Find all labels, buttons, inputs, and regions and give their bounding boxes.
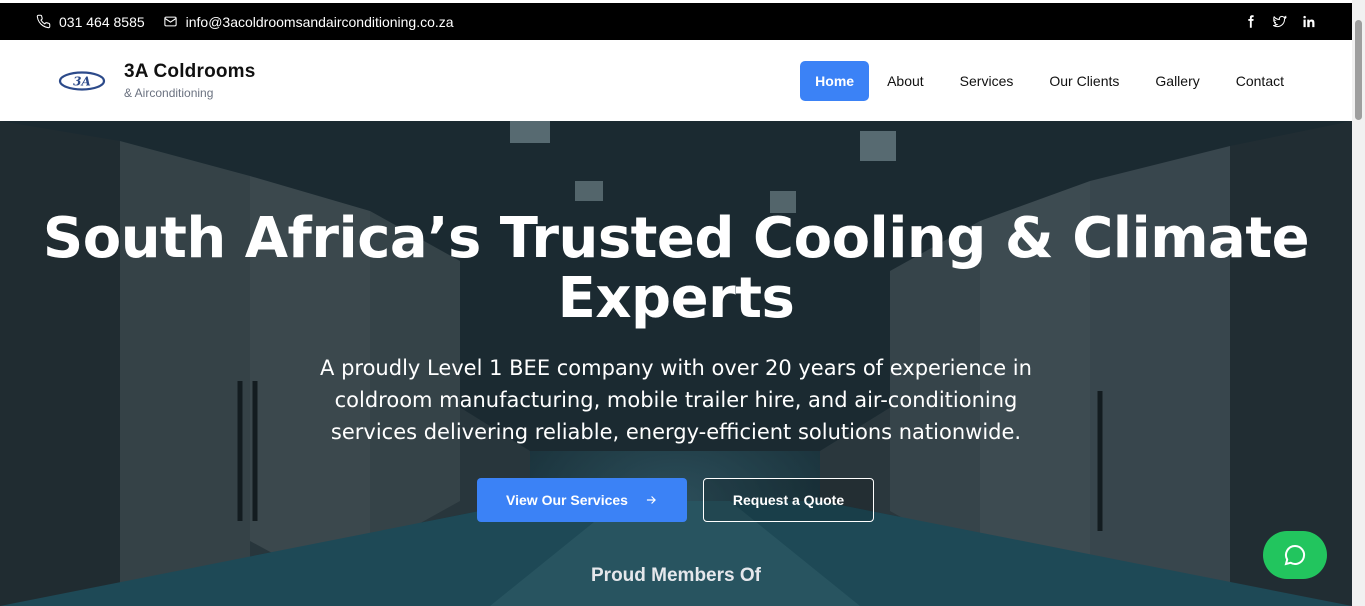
hero-title: South Africa’s Trusted Cooling & Climate… xyxy=(42,206,1310,331)
request-quote-button[interactable]: Request a Quote xyxy=(703,478,874,522)
view-services-button[interactable]: View Our Services xyxy=(477,478,687,522)
members-heading: Proud Members Of xyxy=(591,565,761,586)
email-contact[interactable]: info@3acoldroomsandairconditioning.co.za xyxy=(163,14,454,30)
phone-icon xyxy=(36,14,51,29)
company-logo[interactable]: 3A xyxy=(58,70,106,92)
chat-bubble-icon xyxy=(1284,544,1306,566)
social-links xyxy=(1243,14,1316,29)
hero-section: South Africa’s Trusted Cooling & Climate… xyxy=(0,121,1352,606)
phone-number: 031 464 8585 xyxy=(59,13,145,30)
brand[interactable]: 3A Coldrooms & Airconditioning xyxy=(124,61,256,100)
email-address: info@3acoldroomsandairconditioning.co.za xyxy=(185,13,454,30)
view-services-label: View Our Services xyxy=(506,492,628,508)
hero-description: A proudly Level 1 BEE company with over … xyxy=(320,356,1032,444)
linkedin-icon[interactable] xyxy=(1301,14,1316,29)
top-contact-bar: 031 464 8585 info@3acoldroomsandaircondi… xyxy=(0,0,1352,40)
arrow-right-icon xyxy=(646,496,656,504)
nav-about[interactable]: About xyxy=(869,61,942,101)
main-nav: Home About Services Our Clients Gallery … xyxy=(800,60,1302,101)
nav-home[interactable]: Home xyxy=(800,60,870,101)
nav-contact[interactable]: Contact xyxy=(1218,61,1302,101)
request-quote-label: Request a Quote xyxy=(732,492,845,508)
nav-our-clients[interactable]: Our Clients xyxy=(1031,61,1137,101)
logo-text: 3A xyxy=(73,74,91,88)
phone-contact[interactable]: 031 464 8585 xyxy=(36,14,145,30)
nav-services[interactable]: Services xyxy=(942,61,1032,101)
brand-name: 3A Coldrooms xyxy=(124,61,256,82)
site-header: 3A 3A Coldrooms & Airconditioning Home A… xyxy=(0,40,1352,121)
nav-gallery[interactable]: Gallery xyxy=(1137,61,1217,101)
brand-subtitle: & Airconditioning xyxy=(124,86,214,100)
scrollbar-thumb[interactable] xyxy=(1355,20,1362,120)
facebook-icon[interactable] xyxy=(1243,14,1258,29)
page-scrollbar[interactable] xyxy=(1352,0,1365,606)
mail-icon xyxy=(163,16,177,27)
twitter-icon[interactable] xyxy=(1272,14,1287,29)
whatsapp-chat-button[interactable] xyxy=(1263,531,1327,579)
